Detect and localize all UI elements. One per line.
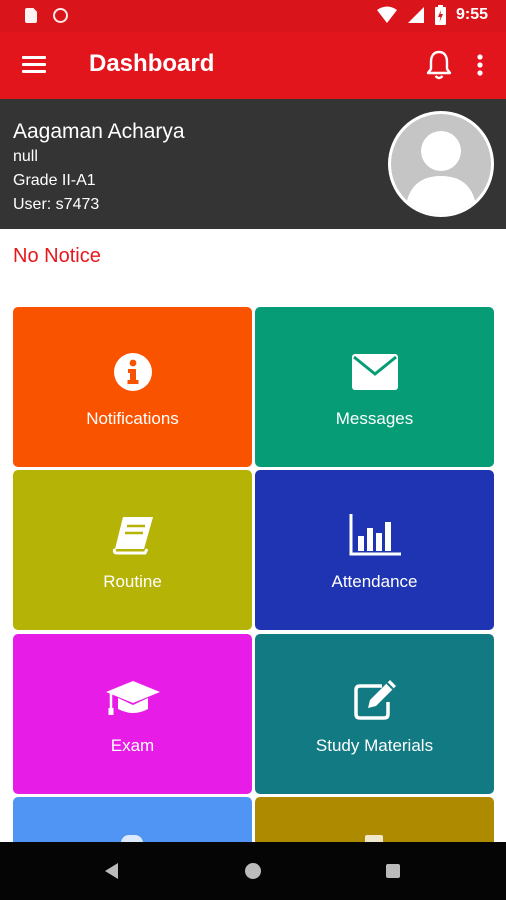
sim-card-icon — [25, 8, 37, 23]
tile-label: Exam — [110, 736, 155, 755]
profile-user: User: s7473 — [13, 196, 100, 213]
app-bar: Dashboard — [0, 32, 506, 99]
tile-label: Routine — [103, 572, 162, 591]
tile-notifications[interactable]: Notifications — [13, 307, 252, 467]
book-icon — [112, 517, 153, 555]
avatar[interactable] — [388, 111, 494, 217]
envelope-icon — [351, 354, 398, 390]
tile-label: Study Materials — [315, 736, 434, 755]
profile-name: Aagaman Acharya — [13, 120, 185, 143]
notice-text: No Notice — [13, 245, 101, 267]
tile-attendance[interactable]: Attendance — [255, 470, 494, 630]
graduation-cap-icon — [105, 681, 160, 715]
profile-header: Aagaman Acharya null Grade II-A1 User: s… — [0, 99, 506, 229]
tile-exam[interactable]: Exam — [13, 634, 252, 794]
tile-messages[interactable]: Messages — [255, 307, 494, 467]
bar-chart-icon — [349, 514, 401, 556]
info-icon — [113, 353, 152, 391]
tile-label: Messages — [335, 409, 414, 428]
menu-icon[interactable] — [22, 53, 48, 77]
more-options-icon[interactable] — [466, 50, 494, 80]
page-title: Dashboard — [89, 50, 215, 77]
edit-icon — [353, 680, 396, 720]
recent-apps-icon[interactable] — [386, 864, 400, 878]
system-nav-bar — [0, 842, 506, 900]
status-bar: 9:55 — [0, 0, 506, 32]
profile-grade: Grade II-A1 — [13, 172, 96, 189]
status-time: 9:55 — [455, 6, 488, 23]
notification-dot-icon — [53, 8, 68, 23]
tile-study-materials[interactable]: Study Materials — [255, 634, 494, 794]
tile-routine[interactable]: Routine — [13, 470, 252, 630]
signal-icon — [407, 7, 424, 23]
back-icon[interactable] — [105, 863, 118, 879]
person-icon — [405, 131, 477, 214]
tile-label: Notifications — [86, 409, 179, 428]
battery-icon — [434, 5, 446, 25]
bell-icon[interactable] — [424, 49, 454, 81]
wifi-icon — [376, 6, 397, 23]
home-icon[interactable] — [245, 863, 261, 879]
profile-line2: null — [13, 148, 38, 165]
tile-label: Attendance — [331, 572, 418, 591]
